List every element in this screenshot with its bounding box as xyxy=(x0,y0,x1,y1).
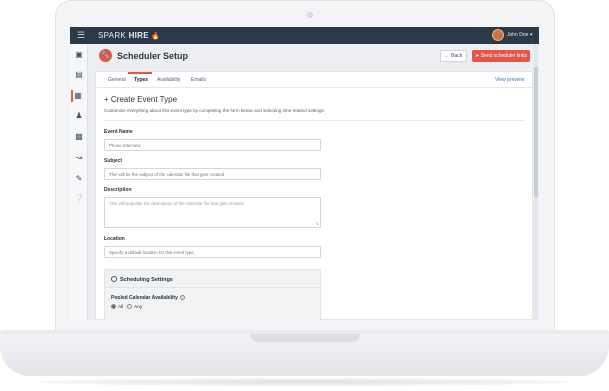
scheduling-settings-title: Scheduling Settings xyxy=(120,277,173,283)
plus-icon: + xyxy=(104,95,109,104)
briefcase-icon[interactable]: ▤ xyxy=(73,69,85,81)
hamburger-menu-icon[interactable]: ☰ xyxy=(77,31,85,40)
laptop-shadow xyxy=(40,378,570,386)
send-icon: ➤ xyxy=(475,53,480,59)
send-button-label: Send scheduler links xyxy=(480,53,527,59)
question-icon[interactable]: ? xyxy=(179,295,185,300)
event-name-label: Event Name xyxy=(104,129,133,135)
event-name-input[interactable] xyxy=(104,139,321,151)
wrench-icon: 🔧 xyxy=(99,49,112,62)
radio-all[interactable]: All xyxy=(111,304,123,310)
laptop-notch xyxy=(250,334,360,342)
subject-label: Subject xyxy=(104,158,123,164)
view-preview-link[interactable]: View preview xyxy=(495,77,524,83)
subject-input[interactable] xyxy=(104,168,321,180)
tab-bar: General Types Availability Emails View p… xyxy=(96,72,532,88)
spark-hire-logo[interactable]: SPARK HIRE 🔥 xyxy=(98,31,160,41)
arrow-left-icon: ← xyxy=(444,53,450,59)
scheduling-settings-box: Scheduling Settings Pooled Calendar Avai… xyxy=(104,269,321,320)
section-title-text: Create Event Type xyxy=(110,95,178,104)
section-title: + Create Event Type xyxy=(104,95,177,104)
tab-types[interactable]: Types xyxy=(134,77,148,83)
description-textarea[interactable]: This will populate the description of th… xyxy=(104,197,321,228)
scheduling-settings-header[interactable]: Scheduling Settings xyxy=(111,276,173,283)
send-scheduler-links-button[interactable]: ➤ Send scheduler links xyxy=(472,50,530,62)
radio-any-label: Any xyxy=(134,305,143,310)
top-navbar: ☰ SPARK HIRE 🔥 John Doe ▾ xyxy=(70,27,539,44)
section-description: Customize everything about this event ty… xyxy=(104,108,326,113)
scrollbar-thumb[interactable] xyxy=(534,67,538,197)
back-button-label: Back xyxy=(451,53,463,59)
pencil-icon[interactable]: ✎ xyxy=(73,173,85,185)
location-label: Location xyxy=(104,236,125,242)
pooled-availability-text: Pooled Calendar Availability xyxy=(111,295,178,301)
radio-all-label: All xyxy=(118,305,124,310)
user-name[interactable]: John Doe xyxy=(507,32,528,38)
radio-unselected-icon xyxy=(127,304,132,309)
active-tab-indicator xyxy=(128,72,152,74)
tab-availability[interactable]: Availability xyxy=(157,77,181,83)
help-icon[interactable]: ❔ xyxy=(73,193,85,205)
location-input[interactable] xyxy=(104,246,321,258)
resize-handle-icon[interactable]: ↘ xyxy=(315,221,319,227)
divider xyxy=(104,120,524,121)
divider xyxy=(105,287,320,288)
app-screen: ☰ SPARK HIRE 🔥 John Doe ▾ ▣ ▤ ▦ ♟ ▩ ↝ ✎ … xyxy=(70,27,539,320)
clock-icon xyxy=(111,276,117,282)
people-icon[interactable]: ♟ xyxy=(73,110,85,122)
chevron-down-icon[interactable]: ▾ xyxy=(530,32,533,38)
laptop-mockup: ☰ SPARK HIRE 🔥 John Doe ▾ ▣ ▤ ▦ ♟ ▩ ↝ ✎ … xyxy=(0,0,609,391)
radio-any[interactable]: Any xyxy=(127,304,142,310)
sidebar: ▣ ▤ ▦ ♟ ▩ ↝ ✎ ❔ xyxy=(70,44,88,320)
webcam xyxy=(307,12,313,18)
calendar-icon[interactable]: ▦ xyxy=(71,90,83,102)
radio-selected-icon xyxy=(111,304,116,309)
main-panel: General Types Availability Emails View p… xyxy=(95,71,533,320)
pooled-availability-label: Pooled Calendar Availability? xyxy=(111,295,185,301)
folder-icon[interactable]: ▩ xyxy=(73,131,85,143)
video-icon[interactable]: ▣ xyxy=(73,49,85,61)
chart-icon[interactable]: ↝ xyxy=(73,152,85,164)
page-title: Scheduler Setup xyxy=(117,51,189,61)
user-avatar[interactable] xyxy=(492,29,504,41)
tab-emails[interactable]: Emails xyxy=(191,77,206,83)
tab-general[interactable]: General xyxy=(108,77,126,83)
description-placeholder: This will populate the description of th… xyxy=(109,201,244,206)
description-label: Description xyxy=(104,187,132,193)
back-button[interactable]: ← Back xyxy=(440,50,467,62)
